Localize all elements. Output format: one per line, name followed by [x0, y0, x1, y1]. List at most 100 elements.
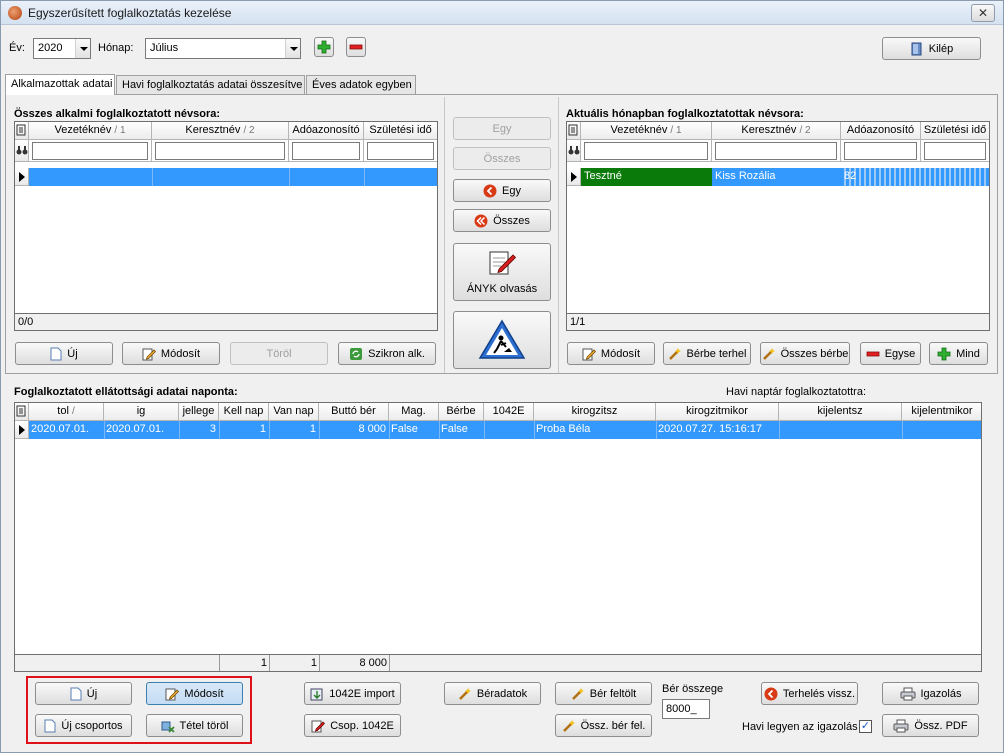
- col-header-brutto[interactable]: Buttó bér: [319, 403, 389, 421]
- right-modify-button[interactable]: Módosít: [567, 342, 655, 365]
- rent-charge-button[interactable]: Bérbe terhel: [663, 342, 751, 365]
- left-new-button[interactable]: Új: [15, 342, 113, 365]
- current-month-grid[interactable]: Vezetéknév / 1 Keresztnév / 2 Adóazonosí…: [566, 121, 990, 331]
- edit-icon: [582, 348, 596, 360]
- new-group-button[interactable]: Új csoportos: [35, 714, 132, 737]
- month-value: Július: [150, 42, 179, 54]
- col-header-kijelentmikor[interactable]: kijelentmikor: [902, 403, 981, 421]
- move-all-back-button[interactable]: Összes: [453, 209, 551, 232]
- col-header-vannap[interactable]: Van nap: [269, 403, 319, 421]
- filter-taxid-input[interactable]: [292, 142, 360, 160]
- new-document-icon: [70, 687, 82, 700]
- col-header-firstname[interactable]: Keresztnév / 2: [712, 122, 841, 140]
- wage-data-button[interactable]: Béradatok: [444, 682, 541, 705]
- left-delete-button[interactable]: Töröl: [230, 342, 328, 365]
- col-header-kellnap[interactable]: Kell nap: [219, 403, 269, 421]
- roadwork-button[interactable]: [453, 311, 551, 369]
- group-1042e-button[interactable]: Csop. 1042E: [304, 714, 401, 737]
- col-header-firstname[interactable]: Keresztnév / 2: [152, 122, 289, 140]
- delete-item-button[interactable]: Tétel töröl: [146, 714, 243, 737]
- col-header-kijelentsz[interactable]: kijelentsz: [779, 403, 902, 421]
- filter-lastname[interactable]: [29, 140, 152, 162]
- all-rent-button[interactable]: Összes bérbe: [760, 342, 850, 365]
- table-row[interactable]: [29, 168, 437, 186]
- left-modify-button[interactable]: Módosít: [122, 342, 220, 365]
- filter-birthdate-input[interactable]: [367, 142, 434, 160]
- right-panel-title: Aktuális hónapban foglalkoztatottak névs…: [566, 108, 804, 120]
- col-header-kirogzitmikor[interactable]: kirogzitmikor: [656, 403, 779, 421]
- table-row[interactable]: Tesztné Kiss Rozália 82: [581, 168, 989, 186]
- magic-wand-icon: [668, 347, 681, 360]
- title-bar: Egyszerűsített foglalkoztatás kezelése ✕: [1, 1, 1003, 25]
- bottom-new-button[interactable]: Új: [35, 682, 132, 705]
- remove-month-button[interactable]: [346, 37, 366, 57]
- filter-lastname[interactable]: [581, 140, 712, 162]
- filter-firstname-input[interactable]: [715, 142, 837, 160]
- daily-grid[interactable]: tol / ig jellege Kell nap Van nap Buttó …: [14, 402, 982, 672]
- filter-lastname-input[interactable]: [32, 142, 148, 160]
- month-select[interactable]: Július: [145, 38, 301, 59]
- remove-one-button[interactable]: Egyse: [860, 342, 921, 365]
- table-row[interactable]: 2020.07.01. 2020.07.01. 3 1 1 8 000 Fals…: [29, 421, 981, 439]
- monthly-cert-label: Havi legyen az igazolás: [742, 721, 858, 733]
- charge-back-button[interactable]: Terhelés vissz.: [761, 682, 858, 705]
- minus-icon: [349, 44, 363, 50]
- arrow-left-icon: [764, 687, 778, 700]
- tab-yearly[interactable]: Éves adatok egyben: [306, 75, 416, 95]
- filter-taxid[interactable]: [289, 140, 364, 162]
- grid-settings-icon[interactable]: [567, 122, 581, 140]
- sum-wage-upload-button[interactable]: Össz. bér fel.: [555, 714, 652, 737]
- col-header-taxid[interactable]: Adóazonosító: [289, 122, 364, 140]
- col-header-tol[interactable]: tol /: [29, 403, 104, 421]
- close-button[interactable]: ✕: [971, 4, 995, 22]
- wage-sum-input[interactable]: 8000_: [662, 699, 710, 719]
- filter-firstname[interactable]: [152, 140, 289, 162]
- chevron-down-icon[interactable]: [75, 39, 90, 58]
- move-one-disabled-button[interactable]: Egy: [453, 117, 551, 140]
- bottom-modify-label: Módosít: [184, 687, 224, 700]
- sum-pdf-button[interactable]: Össz. PDF: [882, 714, 979, 737]
- move-all-disabled-button[interactable]: Összes: [453, 147, 551, 170]
- tab-employees[interactable]: Alkalmazottak adatai: [5, 74, 115, 95]
- grid-settings-icon[interactable]: [15, 122, 29, 140]
- col-header-kirogzitsz[interactable]: kirogzitsz: [534, 403, 656, 421]
- filter-lastname-input[interactable]: [584, 142, 708, 160]
- col-header-ig[interactable]: ig: [104, 403, 179, 421]
- col-header-birthdate[interactable]: Születési idő: [921, 122, 989, 140]
- refresh-icon: [350, 347, 363, 360]
- col-header-birthdate[interactable]: Születési idő: [364, 122, 437, 140]
- arrow-left-icon: [483, 184, 497, 197]
- add-all-button[interactable]: Mind: [929, 342, 988, 365]
- anyk-read-button[interactable]: ÁNYK olvasás: [453, 243, 551, 301]
- filter-firstname-input[interactable]: [155, 142, 285, 160]
- col-header-taxid[interactable]: Adóazonosító: [841, 122, 921, 140]
- col-header-mag[interactable]: Mag.: [389, 403, 439, 421]
- filter-birthdate[interactable]: [921, 140, 989, 162]
- import-1042e-button[interactable]: 1042E import: [304, 682, 401, 705]
- col-header-lastname[interactable]: Vezetéknév / 1: [581, 122, 712, 140]
- tab-monthly-summary[interactable]: Havi foglalkoztatás adatai összesítve: [116, 75, 305, 95]
- filter-taxid[interactable]: [841, 140, 921, 162]
- col-header-berbe[interactable]: Bérbe: [439, 403, 484, 421]
- filter-birthdate[interactable]: [364, 140, 437, 162]
- year-select[interactable]: 2020: [33, 38, 91, 59]
- move-one-back-button[interactable]: Egy: [453, 179, 551, 202]
- cell-kellnap: 1: [259, 423, 266, 435]
- sync-button[interactable]: Szikron alk.: [338, 342, 436, 365]
- bottom-modify-button[interactable]: Módosít: [146, 682, 243, 705]
- cell-firstname: Kiss Rozália: [715, 170, 776, 182]
- all-employees-grid[interactable]: Vezetéknév / 1 Keresztnév / 2 Adóazonosí…: [14, 121, 438, 331]
- col-header-jellege[interactable]: jellege: [179, 403, 219, 421]
- chevron-down-icon[interactable]: [285, 39, 300, 58]
- certificate-button[interactable]: Igazolás: [882, 682, 979, 705]
- filter-birthdate-input[interactable]: [924, 142, 986, 160]
- grid-settings-icon[interactable]: [15, 403, 29, 421]
- col-header-lastname[interactable]: Vezetéknév / 1: [29, 122, 152, 140]
- exit-button[interactable]: Kilép: [882, 37, 981, 60]
- monthly-cert-checkbox[interactable]: ✓: [859, 720, 872, 733]
- filter-firstname[interactable]: [712, 140, 841, 162]
- filter-taxid-input[interactable]: [844, 142, 917, 160]
- add-month-button[interactable]: [314, 37, 334, 57]
- wage-upload-button[interactable]: Bér feltölt: [555, 682, 652, 705]
- col-header-1042e[interactable]: 1042E: [484, 403, 534, 421]
